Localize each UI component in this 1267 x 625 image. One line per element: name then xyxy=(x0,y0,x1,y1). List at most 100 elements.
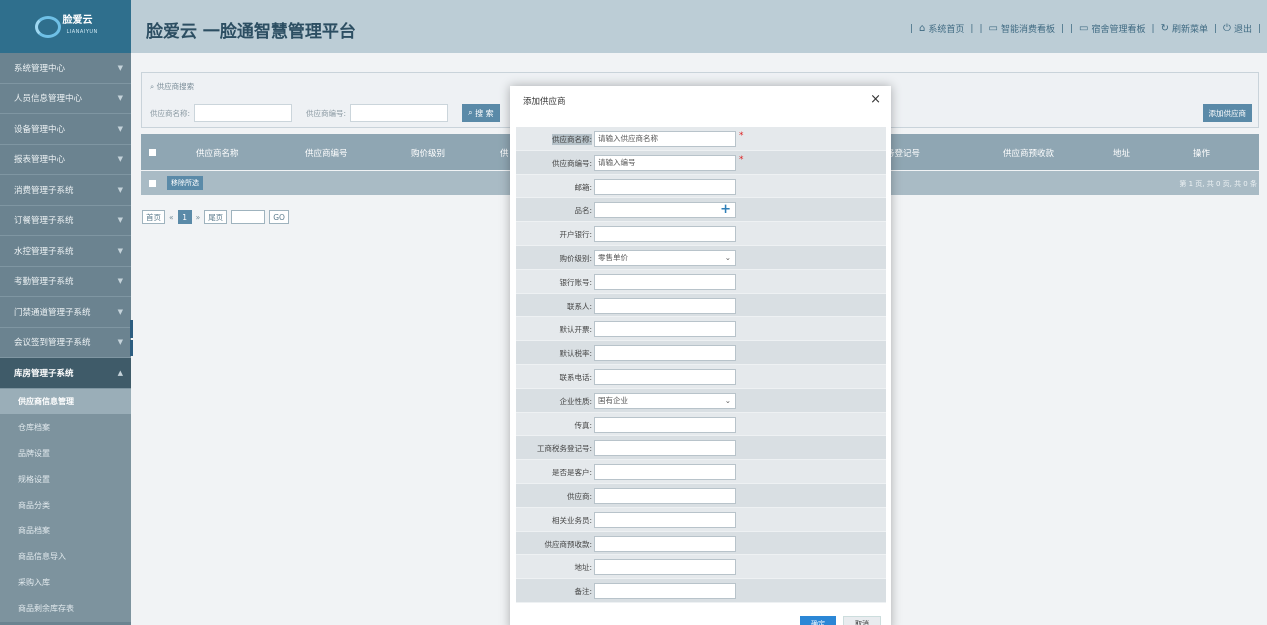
sidebar-item-meeting[interactable]: 会议签到管理子系统 ▼ xyxy=(0,328,131,358)
form-row: 品名: + xyxy=(516,198,886,223)
nav-consume-board[interactable]: ▭ 智能消费看板 xyxy=(988,22,1054,35)
form-input[interactable] xyxy=(594,440,736,457)
form-row: 供应商: xyxy=(516,484,886,508)
form-input[interactable] xyxy=(594,273,736,290)
plus-icon[interactable]: + xyxy=(720,203,731,217)
form-select[interactable]: 零售单价 ⌄ xyxy=(594,250,736,266)
sidebar-item-system[interactable]: 系统管理中心 ▼ xyxy=(0,53,131,84)
sidebar-item-warehouse[interactable]: 库房管理子系统 ▲ xyxy=(0,358,131,389)
form-row: 地址: xyxy=(516,555,886,580)
nav-home[interactable]: ⌂ 系统首页 xyxy=(919,22,964,35)
sidebar-item-attendance[interactable]: 考勤管理子系统 ▼ xyxy=(0,267,131,297)
sidebar-item-consume[interactable]: 消费管理子系统 ▼ xyxy=(0,175,131,206)
form-input[interactable] xyxy=(594,488,736,504)
sidebar-subitem-spec[interactable]: 规格设置 xyxy=(0,466,131,493)
row-checkbox[interactable] xyxy=(149,180,156,187)
sidebar: 系统管理中心 ▼ 人员信息管理中心 ▼ 设备管理中心 ▼ 报表管理中心 ▼ 消费管理子系… xyxy=(0,53,131,625)
top-nav: | ⌂ 系统首页 | | ▭ 智能消费看板 | | ▭ 宿舍管理看板 | ↻ 刷新菜单 … xyxy=(910,22,1261,35)
current-page[interactable]: 1 xyxy=(177,210,192,224)
sidebar-item-device[interactable]: 设备管理中心 ▼ xyxy=(0,114,131,145)
form-label: 品名: xyxy=(574,206,592,216)
sidebar-subitem-category[interactable]: 商品分类 xyxy=(0,492,131,518)
nav-logout[interactable]: ⏻ 退出 xyxy=(1223,22,1252,35)
form-row: 购价级别: 零售单价 ⌄ xyxy=(516,246,886,270)
required-asterisk: * xyxy=(739,131,744,141)
sidebar-subitem-purchase[interactable]: 采购入库 xyxy=(0,569,131,596)
add-supplier-button[interactable]: 添加供应商 xyxy=(1202,104,1252,122)
col-supplier-name: 供应商名称 xyxy=(196,149,239,159)
go-button[interactable]: GO xyxy=(269,210,289,224)
form-input[interactable] xyxy=(594,345,736,362)
chevron-down-icon: ▼ xyxy=(117,94,123,103)
sidebar-subitem-product[interactable]: 商品档案 xyxy=(0,517,131,544)
col-prepayment: 供应商预收款 xyxy=(1003,149,1055,159)
chevron-up-icon: ▲ xyxy=(117,368,123,377)
sidebar-item-label: 门禁通道管理子系统 xyxy=(14,307,91,318)
sidebar-item-label: 考勤管理子系统 xyxy=(14,277,74,288)
select-all-checkbox[interactable] xyxy=(149,149,156,156)
sidebar-subitem-supplier[interactable]: 供应商信息管理 xyxy=(0,388,131,415)
sidebar-item-meal[interactable]: 订餐管理子系统 ▼ xyxy=(0,206,131,236)
search-icon: ⌕ xyxy=(468,108,476,117)
sidebar-item-personnel[interactable]: 人员信息管理中心 ▼ xyxy=(0,84,131,114)
form-input[interactable] xyxy=(594,559,736,576)
sidebar-item-water[interactable]: 水控管理子系统 ▼ xyxy=(0,236,131,267)
sidebar-subitem-warehouse-archive[interactable]: 仓库档案 xyxy=(0,414,131,441)
search-row: 供应商名称: 供应商编号: ⌕ 搜 索 xyxy=(150,104,500,122)
col-tax-reg: 务登记号 xyxy=(886,149,921,159)
form-row: 供应商编号: 请输入编号 * xyxy=(516,151,886,175)
logo-subtext: LIANAIYUN xyxy=(66,28,98,35)
supplier-name-search-input[interactable] xyxy=(194,104,293,122)
form-label: 购价级别: xyxy=(559,254,592,263)
search-button[interactable]: ⌕ 搜 索 xyxy=(462,104,500,122)
cancel-button[interactable]: 取消 xyxy=(843,616,881,625)
form-input[interactable] xyxy=(594,226,736,243)
form-label: 地址: xyxy=(574,563,592,573)
chevron-down-icon: ⌄ xyxy=(724,253,731,262)
form-input[interactable] xyxy=(594,297,736,314)
col-partial: 供 xyxy=(500,149,509,159)
chevron-down-icon: ▼ xyxy=(117,307,123,316)
sidebar-item-report[interactable]: 报表管理中心 ▼ xyxy=(0,145,131,175)
form-label: 供应商名称: xyxy=(551,134,592,145)
sidebar-item-access[interactable]: 门禁通道管理子系统 ▼ xyxy=(0,297,131,328)
chevron-down-icon: ▼ xyxy=(117,63,123,72)
supplier-name-label: 供应商名称: xyxy=(150,108,191,118)
form-row: 默认开票: xyxy=(516,317,886,342)
first-page-button[interactable]: 首页 xyxy=(142,210,165,224)
form-input[interactable] xyxy=(594,511,736,528)
form-label: 联系人: xyxy=(566,301,592,311)
form-input[interactable] xyxy=(594,583,736,600)
form-input[interactable]: 请输入供应商名称 xyxy=(594,131,736,147)
nav-dorm-board[interactable]: ▭ 宿舍管理看板 xyxy=(1079,22,1145,35)
form-input[interactable] xyxy=(594,464,736,481)
remove-selected-button[interactable]: 移除所选 xyxy=(167,176,203,190)
search-icon: ⌕ xyxy=(150,82,155,91)
form-select[interactable]: 国有企业 ⌄ xyxy=(594,392,736,409)
form-input[interactable] xyxy=(594,321,736,338)
last-page-button[interactable]: 尾页 xyxy=(204,210,228,224)
sidebar-subitem-import[interactable]: 商品信息导入 xyxy=(0,543,131,570)
select-value: 零售单价 xyxy=(598,253,628,262)
close-icon[interactable]: × xyxy=(870,92,881,107)
form-input[interactable] xyxy=(594,416,736,433)
form-label: 开户银行: xyxy=(559,230,592,240)
nav-refresh[interactable]: ↻ 刷新菜单 xyxy=(1161,22,1208,35)
next-page-button[interactable]: » xyxy=(196,213,201,222)
form-input[interactable]: 请输入编号 xyxy=(594,154,736,171)
sidebar-subitem-brand[interactable]: 品牌设置 xyxy=(0,440,131,467)
confirm-button[interactable]: 确定 xyxy=(800,616,836,625)
form-input[interactable] xyxy=(594,535,736,552)
form-input[interactable]: + xyxy=(594,202,736,219)
form-input[interactable] xyxy=(594,178,736,195)
refresh-icon: ↻ xyxy=(1160,22,1169,34)
page-jump-input[interactable] xyxy=(231,210,266,224)
supplier-code-search-input[interactable] xyxy=(350,104,449,122)
sidebar-item-label: 订餐管理子系统 xyxy=(14,216,74,227)
prev-page-button[interactable]: « xyxy=(169,213,174,222)
search-legend: ⌕ 供应商搜索 xyxy=(150,81,194,92)
sidebar-subitem-stock[interactable]: 商品剩余库存表 xyxy=(0,595,131,622)
form-input[interactable] xyxy=(594,369,736,385)
nav-separator: | xyxy=(979,23,983,34)
home-icon: ⌂ xyxy=(919,22,926,34)
